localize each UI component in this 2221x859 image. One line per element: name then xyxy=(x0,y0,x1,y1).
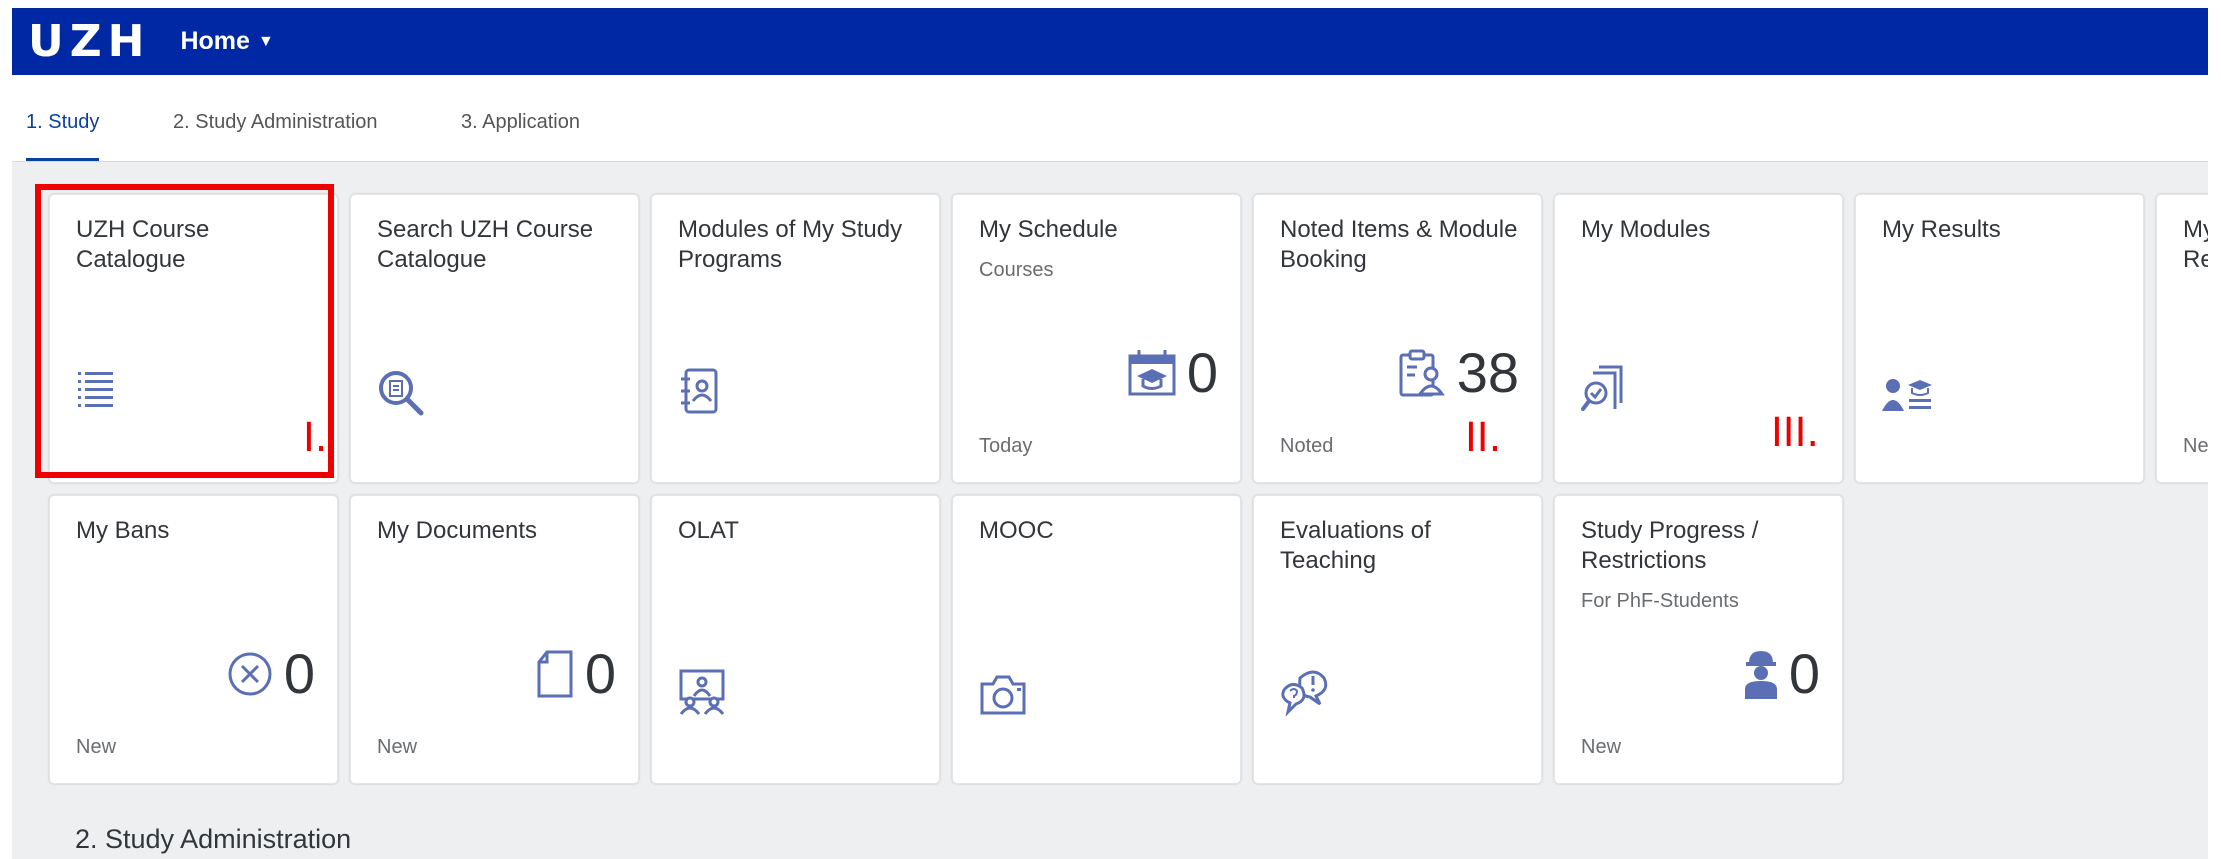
chevron-down-icon: ▼ xyxy=(257,32,274,50)
tile-title: Noted Items & Module Booking xyxy=(1280,216,1518,273)
tile-partial[interactable]: My Re Ne xyxy=(2156,194,2208,483)
tile-mooc[interactable]: MOOC xyxy=(952,495,1241,784)
tile-footer: Today xyxy=(979,435,1033,457)
clipboard-person-icon xyxy=(1399,349,1445,397)
tile-title: MOOC xyxy=(979,517,1054,544)
list-icon xyxy=(78,372,113,407)
annotation-marker-3: III. xyxy=(1771,410,1820,456)
people-results-icon xyxy=(1882,379,1932,411)
group-presentation-icon xyxy=(679,669,725,715)
tab-study[interactable]: 1. Study xyxy=(26,111,100,161)
kpi-value: 0 xyxy=(584,642,616,705)
tile-title: Evaluations of Teaching xyxy=(1280,517,1431,574)
search-document-icon xyxy=(379,371,424,416)
tile-kpi: 0 xyxy=(1743,646,1820,702)
annotation-marker-1: I. xyxy=(303,415,328,461)
worker-icon xyxy=(1744,651,1777,699)
tile-title: My Bans xyxy=(76,517,170,544)
feedback-icon xyxy=(1281,670,1328,716)
tile-modules-of-my-study-programs[interactable]: Modules of My Study Programs xyxy=(651,194,940,483)
tile-title: Study Progress / Restrictions xyxy=(1581,517,1759,574)
tile-title: My Documents xyxy=(377,517,538,544)
tile-title: OLAT xyxy=(678,517,739,544)
tile-kpi: 0 xyxy=(1127,345,1218,401)
tile-search-uzh-course-catalogue[interactable]: Search UZH Course Catalogue xyxy=(350,194,639,483)
tile-title: UZH Course Catalogue xyxy=(76,216,210,273)
kpi-value: 0 xyxy=(1186,341,1218,404)
tile-title: My Re xyxy=(2183,216,2208,273)
tile-title: My Results xyxy=(1882,216,2001,243)
home-menu-label: Home xyxy=(180,27,250,55)
tile-subtitle: For PhF-Students xyxy=(1581,590,1739,612)
tile-footer: New xyxy=(377,736,418,758)
tile-title: Modules of My Study Programs xyxy=(678,216,903,273)
camera-icon xyxy=(980,675,1026,715)
document-icon xyxy=(537,650,573,698)
document-search-icon xyxy=(1581,365,1623,411)
circle-x-icon xyxy=(228,652,272,696)
tile-kpi: 38 xyxy=(1397,345,1519,401)
tile-title: My Schedule xyxy=(979,216,1118,243)
tile-footer: New xyxy=(1581,736,1622,758)
tile-olat[interactable]: OLAT xyxy=(651,495,940,784)
kpi-value: 0 xyxy=(283,642,315,705)
tile-kpi: 0 xyxy=(226,646,315,702)
tile-my-results[interactable]: My Results xyxy=(1855,194,2144,483)
tile-footer: New xyxy=(76,736,117,758)
tile-evaluations-of-teaching[interactable]: Evaluations of Teaching xyxy=(1253,495,1542,784)
tile-study-progress-restrictions[interactable]: Study Progress / Restrictions For PhF-St… xyxy=(1554,495,1843,784)
tile-footer: Noted xyxy=(1280,435,1334,457)
tab-study-administration[interactable]: 2. Study Administration xyxy=(173,111,378,134)
calendar-graduation-icon xyxy=(1128,350,1176,396)
tile-footer: Ne xyxy=(2183,435,2208,457)
kpi-value: 0 xyxy=(1788,642,1820,705)
tile-my-documents[interactable]: My Documents 0 New xyxy=(350,495,639,784)
home-menu-button[interactable]: Home ▼ xyxy=(180,27,273,56)
kpi-value: 38 xyxy=(1456,341,1519,404)
tab-application[interactable]: 3. Application xyxy=(461,111,580,134)
uzh-logo[interactable]: UZH xyxy=(28,19,150,64)
launchpad: UZH Home ▼ 1. Study 2. Study Administrat… xyxy=(12,8,2208,859)
anchor-bar: 1. Study 2. Study Administration 3. Appl… xyxy=(12,75,2208,162)
annotation-marker-2: II. xyxy=(1465,415,1502,461)
tile-my-bans[interactable]: My Bans 0 New xyxy=(49,495,338,784)
address-book-icon xyxy=(681,368,718,414)
tile-kpi: 0 xyxy=(535,646,616,702)
tile-my-schedule[interactable]: My Schedule Courses 0 Today xyxy=(952,194,1241,483)
section-title-study-administration: 2. Study Administration xyxy=(75,824,352,854)
tile-title: Search UZH Course Catalogue xyxy=(377,216,594,273)
tile-subtitle: Courses xyxy=(979,259,1054,281)
tile-title: My Modules xyxy=(1581,216,1711,243)
shell-header: UZH Home ▼ xyxy=(12,8,2208,75)
tile-uzh-course-catalogue[interactable]: UZH Course Catalogue xyxy=(49,194,338,483)
